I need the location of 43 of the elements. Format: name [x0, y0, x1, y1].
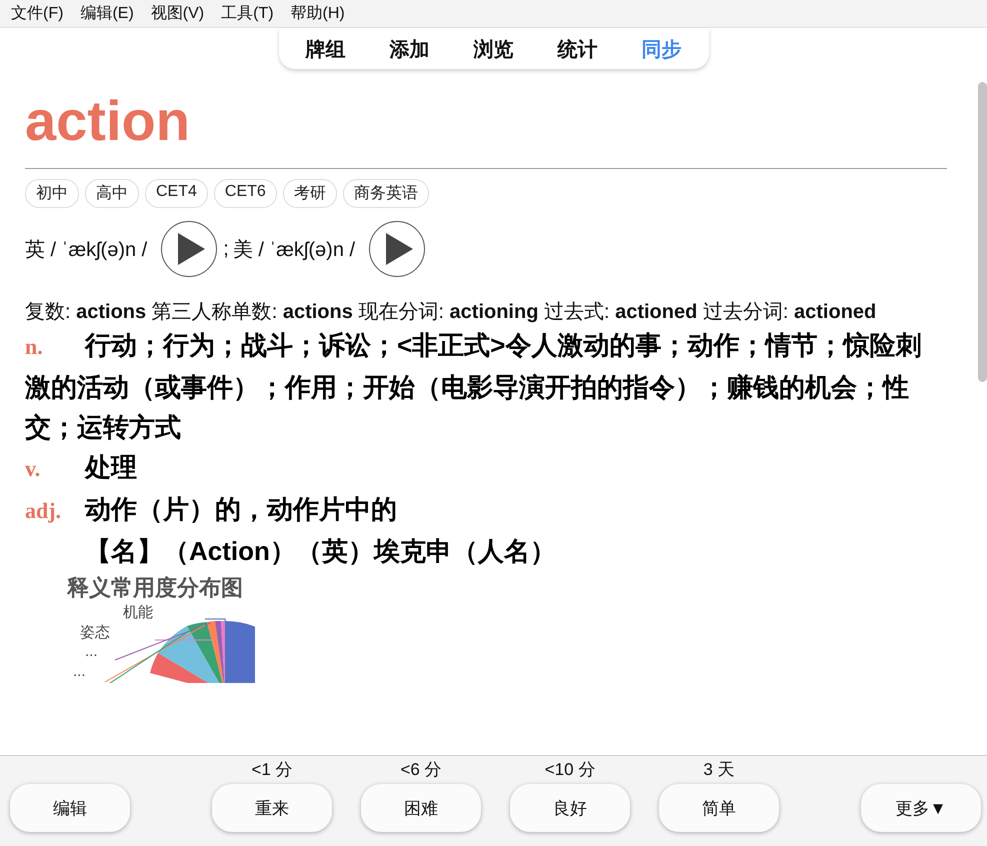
answer-button[interactable]: 重来	[212, 784, 332, 832]
interval-label: <10 分	[544, 759, 596, 781]
chart-label: 机能	[123, 603, 153, 622]
pronunciation: 英 / ˈækʃ(ə)n /	[25, 238, 148, 262]
interval-label: <1 分	[251, 759, 293, 781]
tag: 初中	[25, 179, 79, 208]
definition: v. 处理	[25, 451, 138, 484]
tag: 商务英语	[342, 179, 429, 208]
menu-item[interactable]: 编辑(E)	[75, 3, 146, 24]
answer-button[interactable]: 困难	[361, 784, 481, 832]
chart-label: ...	[85, 643, 98, 660]
play-icon	[384, 232, 414, 266]
definition: 【名】（Action）（英）埃克申（人名）	[84, 535, 557, 568]
pronunciation: 美 / ˈækʃ(ə)n /	[232, 238, 356, 262]
tab[interactable]: 同步	[642, 36, 682, 63]
more-button[interactable]: 更多▼	[861, 784, 981, 832]
tab[interactable]: 牌组	[306, 36, 346, 63]
answer-button[interactable]: 简单	[659, 784, 779, 832]
tag: 考研	[282, 179, 337, 208]
menu-item[interactable]: 文件(F)	[6, 3, 76, 24]
chart-label: 姿态	[80, 623, 110, 642]
word-title: action	[25, 91, 191, 151]
tag: CET4	[145, 179, 208, 208]
menu-item[interactable]: 帮助(H)	[286, 3, 357, 24]
tag: CET6	[214, 179, 277, 208]
scrollbar-thumb[interactable]	[978, 82, 987, 382]
menu-item[interactable]: 工具(T)	[216, 3, 286, 24]
definition: n. 行动；行为；战斗；诉讼；<非正式>令人激动的事；动作；情节；惊险刺激的活动（或事件）；作用；开始（电影导演开拍的指令）；赚钱的机会；性交；运转方式	[25, 329, 922, 444]
menu-item[interactable]: 视图(V)	[146, 3, 216, 24]
chart-title: 释义常用度分布图	[67, 574, 244, 602]
tab[interactable]: 添加	[390, 36, 430, 63]
tag: 高中	[85, 179, 139, 208]
interval-label: <6 分	[400, 759, 442, 781]
chart-label: ...	[73, 663, 86, 680]
tab[interactable]: 统计	[558, 36, 598, 63]
word-forms: 复数: actions 第三人称单数: actions 现在分词: actioning 过去式: actioned 过去分词: actioned	[25, 300, 878, 325]
play-icon	[176, 232, 206, 266]
edit-button[interactable]: 编辑	[10, 784, 130, 832]
answer-button[interactable]: 良好	[510, 784, 630, 832]
definition: adj. 动作（片）的，动作片中的	[25, 493, 398, 526]
interval-label: 3 天	[703, 759, 735, 781]
separator: ;	[223, 238, 229, 260]
tab[interactable]: 浏览	[474, 36, 514, 63]
